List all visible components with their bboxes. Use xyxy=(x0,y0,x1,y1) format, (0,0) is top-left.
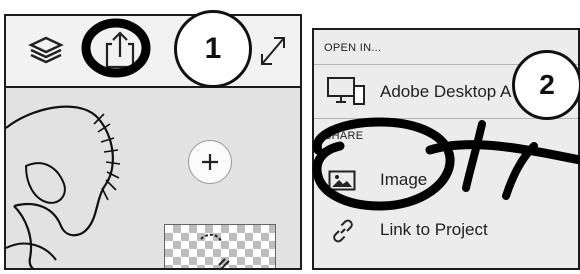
callout-badge-2: 2 xyxy=(512,50,580,120)
share-section-label: SHARE xyxy=(324,130,364,142)
rotate-icon xyxy=(200,233,230,268)
canvas-drawing xyxy=(6,105,121,268)
menu-item-label: Image xyxy=(380,170,428,189)
plus-icon xyxy=(202,154,218,170)
layers-icon[interactable] xyxy=(28,34,64,71)
share-icon[interactable] xyxy=(102,30,138,75)
canvas-panel xyxy=(4,14,302,270)
canvas-toolbar xyxy=(6,16,300,88)
menu-item-label: Adobe Desktop A xyxy=(380,82,512,101)
image-icon xyxy=(328,170,358,197)
expand-icon[interactable] xyxy=(256,32,290,73)
desktop-icon xyxy=(326,76,366,113)
add-button[interactable] xyxy=(188,140,232,184)
callout-badge-1: 1 xyxy=(174,10,252,88)
open-in-section-label: OPEN IN... xyxy=(324,42,382,54)
menu-item-link-to-project[interactable]: Link to Project xyxy=(314,208,578,252)
menu-item-label: Link to Project xyxy=(380,220,488,239)
link-icon xyxy=(330,218,356,249)
menu-item-image[interactable]: Image xyxy=(314,158,578,202)
layer-thumbnail[interactable] xyxy=(164,224,276,268)
